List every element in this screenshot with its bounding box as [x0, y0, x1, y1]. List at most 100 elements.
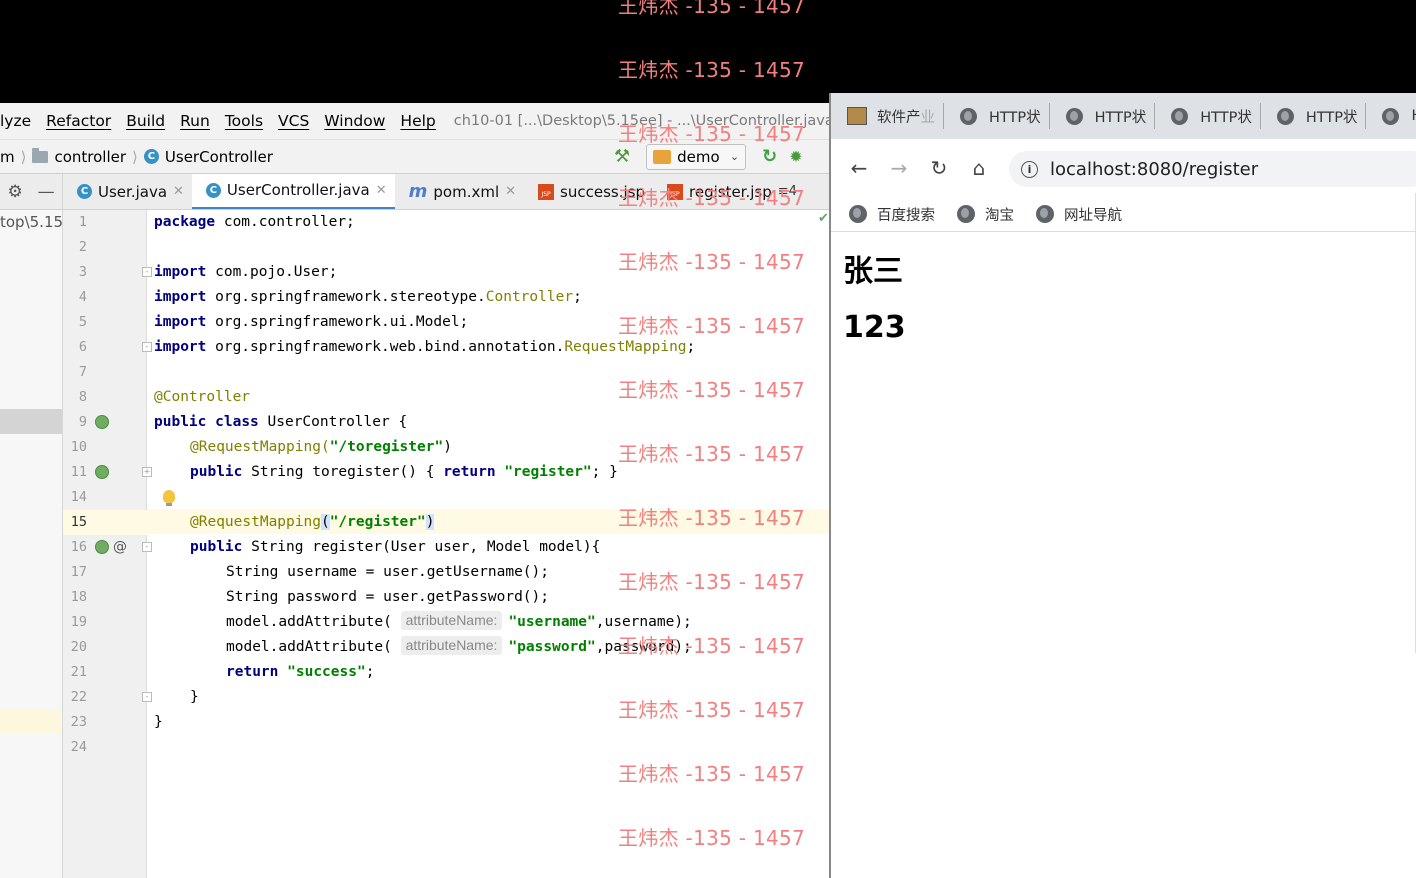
- site-info-icon[interactable]: i: [1021, 160, 1038, 178]
- at-icon[interactable]: @: [113, 535, 127, 560]
- menu-build[interactable]: Build: [126, 112, 165, 130]
- project-panel: top\5.15: [0, 210, 63, 878]
- gutter-line: 21: [70, 664, 87, 680]
- close-icon[interactable]: ✕: [173, 184, 184, 199]
- debug-icon[interactable]: ✹: [789, 147, 802, 166]
- gutter-line: 22-: [63, 685, 152, 710]
- menu-bar: lyze Refactor Build Run Tools VCS Window…: [0, 103, 830, 139]
- bookmark-baidu[interactable]: 百度搜索: [849, 204, 935, 225]
- bookmark-taobao[interactable]: 淘宝: [957, 204, 1014, 225]
- code-line: public String toregister() { return "reg…: [190, 464, 618, 480]
- project-selected-row[interactable]: [0, 409, 62, 434]
- tab-usercontroller-java[interactable]: C UserController.java ✕: [191, 174, 395, 209]
- code-line: import org.springframework.ui.Model;: [154, 314, 469, 330]
- browser-tabstrip: 软件产业 HTTP状 HTTP状 HTTP状 HTTP状 HT: [831, 93, 1416, 139]
- code-line: public String register(User user, Model …: [190, 539, 601, 555]
- spring-mapping-icon[interactable]: [95, 540, 109, 554]
- browser-tab[interactable]: HTTP状: [1261, 103, 1367, 129]
- screen: lyze Refactor Build Run Tools VCS Window…: [0, 0, 1416, 878]
- rerun-icon[interactable]: ↻: [762, 146, 777, 167]
- minimize-icon[interactable]: —: [38, 182, 55, 202]
- spring-mapping-icon[interactable]: [95, 465, 109, 479]
- tab-register-jsp[interactable]: JSP register.jsp ≡4: [653, 174, 805, 209]
- url-text: localhost:8080/register: [1050, 158, 1259, 180]
- chevron-down-icon: ⌄: [729, 150, 740, 163]
- back-arrow-icon[interactable]: ←: [839, 156, 879, 180]
- code-line: import org.springframework.web.bind.anno…: [154, 339, 696, 355]
- maven-icon: m: [408, 181, 428, 202]
- browser-tab[interactable]: HT: [1366, 103, 1416, 129]
- globe-icon: [960, 107, 977, 125]
- code-editor[interactable]: package com.controller; import com.pojo.…: [147, 210, 830, 878]
- project-highlighted-row[interactable]: [0, 709, 62, 734]
- menu-refactor[interactable]: Refactor: [46, 112, 111, 130]
- menu-tools[interactable]: Tools: [225, 112, 263, 130]
- build-hammer-icon[interactable]: ⚒: [614, 146, 630, 167]
- tab-user-java[interactable]: C User.java ✕: [63, 174, 192, 209]
- tab-label: pom.xml: [433, 182, 500, 201]
- close-icon[interactable]: ✕: [376, 183, 387, 198]
- fold-icon[interactable]: -: [142, 542, 152, 552]
- breadcrumb-folder[interactable]: controller: [32, 147, 126, 166]
- ide-window: lyze Refactor Build Run Tools VCS Window…: [0, 0, 830, 878]
- menu-window[interactable]: Window: [324, 112, 385, 130]
- home-icon[interactable]: ⌂: [959, 156, 999, 180]
- code-line: @Controller: [154, 389, 251, 405]
- gutter-line: 17: [70, 564, 87, 580]
- browser-tab[interactable]: HTTP状: [1155, 103, 1261, 129]
- lightbulb-icon[interactable]: [163, 490, 175, 506]
- forward-arrow-icon[interactable]: →: [879, 156, 919, 180]
- gutter-line: 3-: [63, 260, 152, 285]
- address-bar[interactable]: i localhost:8080/register: [1009, 151, 1416, 187]
- fold-icon[interactable]: -: [142, 267, 152, 277]
- gutter-line: 10: [70, 439, 87, 455]
- code-line: String password = user.getPassword();: [226, 589, 550, 605]
- run-config-select[interactable]: demo ⌄: [646, 143, 747, 170]
- menu-vcs[interactable]: VCS: [278, 112, 309, 130]
- breadcrumb-class[interactable]: C UserController: [143, 148, 273, 166]
- inspection-ok-icon[interactable]: ✔: [818, 211, 829, 226]
- menu-help[interactable]: Help: [400, 112, 435, 130]
- gutter-line: 14: [70, 489, 87, 505]
- code-line: }: [154, 714, 163, 730]
- password-heading: 123: [843, 310, 906, 345]
- navigation-bar: m ⟩ controller ⟩ C UserController ⚒ demo …: [0, 139, 830, 174]
- spring-bean-icon[interactable]: [95, 415, 109, 429]
- browser-toolbar: ← → ↻ ⌂ i localhost:8080/register: [831, 139, 1416, 197]
- gutter-line: 11 +: [70, 464, 152, 480]
- tab-label: register.jsp: [689, 182, 772, 201]
- gutter-line: 9: [63, 410, 147, 435]
- bookmark-nav[interactable]: 网址导航: [1036, 204, 1122, 225]
- code-line: import com.pojo.User;: [154, 264, 338, 280]
- tab-pom-xml[interactable]: m pom.xml ✕: [395, 174, 524, 209]
- globe-icon: [1382, 107, 1400, 125]
- code-line: import org.springframework.stereotype.Co…: [154, 289, 582, 305]
- reload-icon[interactable]: ↻: [919, 156, 959, 180]
- tomcat-icon: [653, 149, 672, 164]
- bookmarks-bar: 百度搜索 淘宝 网址导航: [831, 197, 1416, 232]
- fold-icon[interactable]: -: [142, 342, 152, 352]
- fold-icon[interactable]: +: [142, 467, 152, 477]
- jsp-icon: JSP: [667, 183, 683, 200]
- project-tool-buttons: ⚙ —: [0, 174, 63, 209]
- project-path: top\5.15: [0, 213, 63, 231]
- tab-success-jsp[interactable]: JSP success.jsp: [524, 174, 653, 209]
- globe-icon: [1036, 205, 1054, 223]
- browser-tab[interactable]: 软件产业: [831, 103, 944, 129]
- browser-tab[interactable]: HTTP状: [944, 103, 1050, 129]
- parameter-hint: attributeName:: [400, 611, 503, 630]
- menu-run[interactable]: Run: [180, 112, 210, 130]
- globe-icon: [1276, 107, 1294, 125]
- more-tabs-button[interactable]: ≡4: [778, 184, 797, 199]
- globe-icon: [957, 205, 975, 223]
- menu-analyze[interactable]: lyze: [0, 112, 31, 130]
- close-icon[interactable]: ✕: [505, 184, 516, 199]
- fold-icon[interactable]: -: [142, 692, 152, 702]
- gear-icon[interactable]: ⚙: [7, 182, 22, 202]
- parameter-hint: attributeName:: [400, 636, 503, 655]
- globe-icon: [849, 205, 867, 223]
- breadcrumb-module[interactable]: m: [0, 148, 15, 166]
- browser-tab[interactable]: HTTP状: [1050, 103, 1156, 129]
- code-line: }: [190, 689, 199, 705]
- editor-tabs: ⚙ — C User.java ✕ C UserController.java …: [0, 174, 830, 210]
